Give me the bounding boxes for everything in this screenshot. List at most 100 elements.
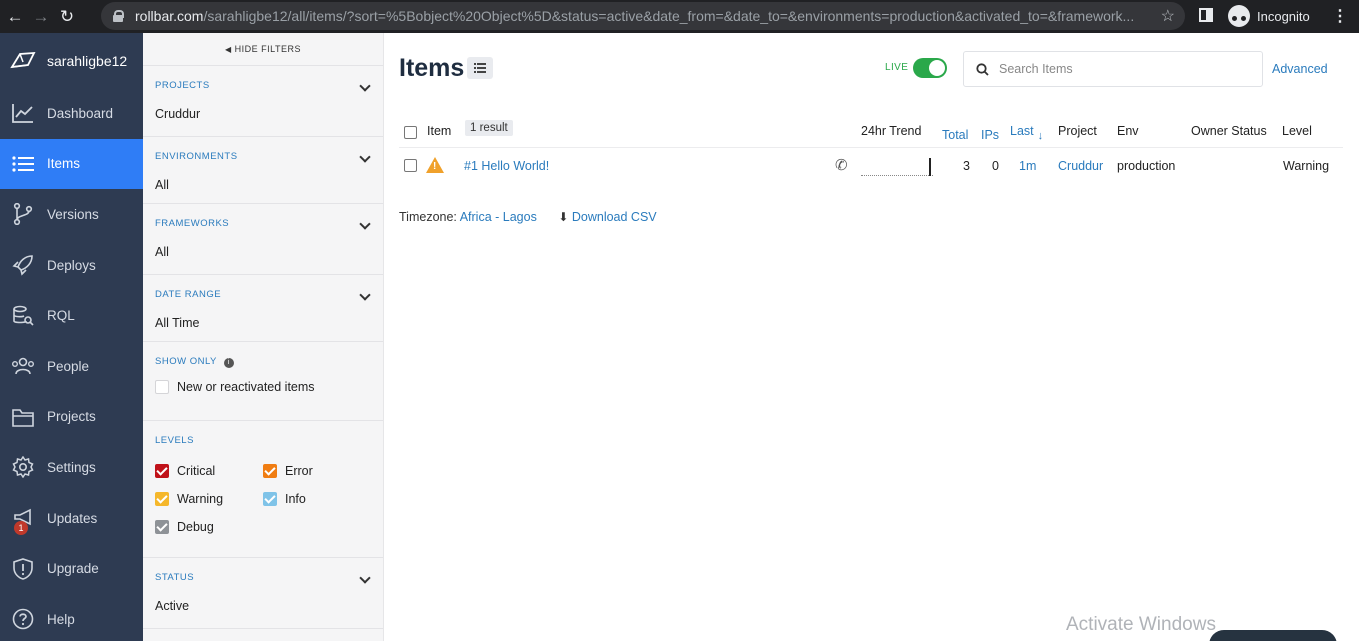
caret-left-icon: ◀	[225, 44, 232, 54]
branch-icon	[11, 202, 35, 226]
incognito-icon	[1228, 5, 1250, 27]
cell-ips: 0	[992, 159, 999, 173]
column-total[interactable]: Total	[942, 128, 968, 142]
sidebar-item-upgrade[interactable]: Upgrade	[0, 543, 143, 594]
column-last[interactable]: Last ↓	[1010, 124, 1043, 142]
checkbox-checked[interactable]	[155, 464, 169, 478]
sidebar-item-items[interactable]: Items	[0, 138, 143, 190]
bookmark-star-icon[interactable]: ☆	[1161, 6, 1175, 26]
filter-date-range[interactable]: DATE RANGE All Time	[143, 275, 383, 342]
level-info-checkbox[interactable]: Info	[263, 492, 373, 506]
hide-filters-button[interactable]: ◀ HIDE FILTERS	[143, 33, 383, 66]
sidebar-item-label: Dashboard	[47, 105, 114, 121]
phone-icon: ✆	[835, 157, 848, 174]
checkbox-checked[interactable]	[155, 520, 169, 534]
sidebar-item-label: Deploys	[47, 257, 96, 273]
cell-total: 3	[963, 159, 970, 173]
sidebar-item-help[interactable]: Help	[0, 594, 143, 641]
select-all-checkbox[interactable]	[404, 126, 417, 139]
live-toggle[interactable]	[913, 58, 947, 78]
table-row[interactable]: ! #1 Hello World! ✆ 3 0 1m Cruddur produ…	[399, 148, 1343, 185]
new-or-reactivated-checkbox[interactable]: New or reactivated items	[155, 380, 371, 394]
checkbox-checked[interactable]	[263, 492, 277, 506]
forward-arrow-icon[interactable]: →	[30, 6, 52, 28]
checkbox-checked[interactable]	[155, 492, 169, 506]
row-checkbox[interactable]	[404, 159, 417, 172]
filter-show-only: SHOW ONLY i New or reactivated items	[143, 342, 383, 421]
sidebar-item-label: People	[47, 358, 90, 374]
address-bar[interactable]: rollbar.com/sarahligbe12/all/items/?sort…	[101, 2, 1185, 30]
cell-env: production	[1117, 159, 1176, 173]
checkbox-checked[interactable]	[263, 464, 277, 478]
browser-toolbar: ← → ↻ rollbar.com/sarahligbe12/all/items…	[0, 0, 1359, 33]
filter-projects[interactable]: PROJECTS Cruddur	[143, 66, 383, 137]
cell-last[interactable]: 1m	[1019, 159, 1036, 173]
main-sidebar: sarahligbe12 Dashboard Items Versions Deplo…	[0, 33, 143, 641]
search-box[interactable]	[963, 51, 1263, 87]
url-text[interactable]: rollbar.com/sarahligbe12/all/items/?sort…	[135, 8, 1145, 24]
sidebar-item-projects[interactable]: Projects	[0, 392, 143, 443]
sidebar-item-updates[interactable]: Updates 1	[0, 493, 143, 544]
items-page: Items LIVE Advanced Item 1 result 24hr T…	[385, 33, 1359, 641]
sidebar-item-settings[interactable]: Settings	[0, 442, 143, 493]
column-project: Project	[1058, 124, 1097, 138]
level-error-checkbox[interactable]: Error	[263, 464, 373, 478]
level-warning-checkbox[interactable]: Warning	[155, 492, 263, 506]
sidebar-item-versions[interactable]: Versions	[0, 189, 143, 240]
column-24hr-trend: 24hr Trend	[861, 124, 922, 138]
account-switcher[interactable]: sarahligbe12	[0, 33, 143, 88]
saved-views-button[interactable]	[467, 57, 493, 79]
level-critical-checkbox[interactable]: Critical	[155, 464, 263, 478]
filter-environments[interactable]: ENVIRONMENTS All	[143, 137, 383, 204]
incognito-indicator[interactable]: Incognito	[1228, 5, 1310, 27]
timezone-link[interactable]: Africa - Lagos	[460, 210, 537, 224]
sidebar-item-label: Projects	[47, 409, 96, 425]
lock-icon[interactable]	[113, 10, 124, 22]
sidebar-item-label: Updates	[47, 510, 98, 526]
database-search-icon	[11, 304, 35, 328]
sidebar-item-people[interactable]: People	[0, 341, 143, 392]
column-owner-status: Owner Status	[1191, 124, 1267, 138]
browser-menu-icon[interactable]: ⋮	[1332, 6, 1348, 26]
sort-down-icon: ↓	[1037, 130, 1044, 142]
filter-status[interactable]: STATUS Active	[143, 558, 383, 629]
search-icon	[976, 62, 989, 76]
filter-levels: LEVELS Critical Error Warning Info Debug	[143, 421, 383, 558]
column-level: Level	[1282, 124, 1312, 138]
column-env: Env	[1117, 124, 1139, 138]
level-debug-checkbox[interactable]: Debug	[155, 520, 263, 534]
list-icon	[11, 152, 35, 176]
reload-icon[interactable]: ↻	[56, 6, 78, 28]
download-csv-link[interactable]: ⬇ Download CSV	[558, 210, 656, 224]
result-count-badge: 1 result	[465, 120, 513, 136]
side-panel-icon[interactable]	[1199, 8, 1213, 22]
download-icon: ⬇	[558, 210, 569, 224]
items-table-header: Item 1 result 24hr Trend Total IPs Last ↓…	[399, 117, 1343, 148]
sidebar-item-dashboard[interactable]: Dashboard	[0, 88, 143, 139]
sidebar-item-label: Items	[47, 156, 81, 172]
filter-frameworks[interactable]: FRAMEWORKS All	[143, 204, 383, 275]
back-arrow-icon[interactable]: ←	[4, 6, 26, 28]
column-item[interactable]: Item	[427, 124, 451, 138]
sidebar-item-deploys[interactable]: Deploys	[0, 240, 143, 291]
trend-sparkline	[861, 158, 933, 176]
warning-icon: !	[426, 157, 444, 173]
item-title-link[interactable]: #1 Hello World!	[464, 159, 549, 173]
chat-widget-button[interactable]	[1209, 630, 1337, 641]
search-input[interactable]	[999, 62, 1249, 76]
checkbox[interactable]	[155, 380, 169, 394]
windows-activation-watermark: Activate Windows	[1066, 614, 1216, 635]
gear-icon	[11, 455, 35, 479]
column-ips[interactable]: IPs	[981, 128, 999, 142]
live-label: LIVE	[885, 62, 909, 73]
shield-icon	[11, 557, 35, 581]
sidebar-item-label: Help	[47, 611, 75, 627]
info-icon[interactable]: i	[223, 358, 234, 368]
page-title: Items	[399, 54, 465, 82]
notification-badge: 1	[14, 520, 28, 535]
cell-project[interactable]: Cruddur	[1058, 159, 1103, 173]
help-icon	[11, 607, 35, 631]
sidebar-item-rql[interactable]: RQL	[0, 290, 143, 341]
sidebar-item-label: Settings	[47, 459, 96, 475]
advanced-search-link[interactable]: Advanced	[1272, 62, 1328, 76]
